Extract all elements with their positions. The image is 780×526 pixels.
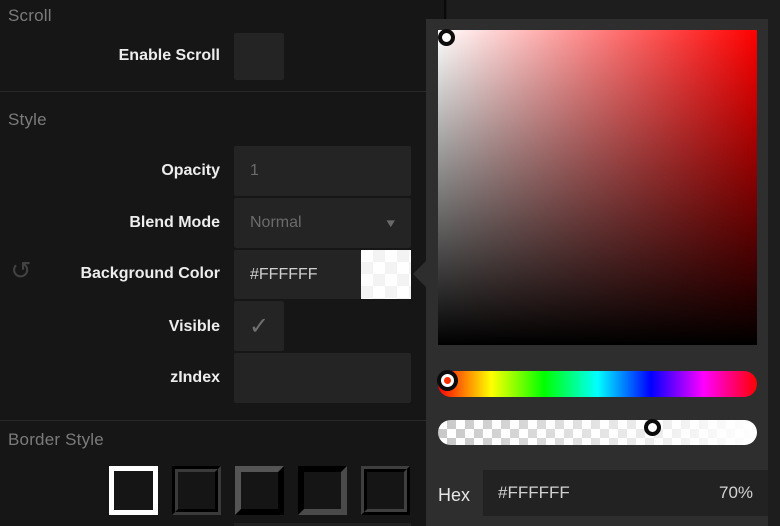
- blend-mode-select[interactable]: Normal ▼: [234, 198, 411, 248]
- hue-slider-handle[interactable]: [441, 374, 454, 387]
- hex-label: Hex: [438, 484, 470, 506]
- background-color-label: Background Color: [0, 263, 220, 285]
- check-icon: ✓: [249, 312, 269, 340]
- panel-divider-line: [444, 0, 446, 19]
- section-title-scroll: Scroll: [8, 6, 52, 26]
- enable-scroll-checkbox[interactable]: [234, 33, 284, 80]
- swatch-fill: [361, 250, 411, 299]
- section-title-border-style: Border Style: [8, 430, 104, 450]
- alpha-percent-value[interactable]: 70%: [719, 483, 775, 503]
- zindex-input[interactable]: [234, 353, 411, 403]
- alpha-slider-handle[interactable]: [644, 419, 661, 436]
- saturation-cursor[interactable]: [438, 29, 455, 46]
- properties-panel: Scroll Enable Scroll Style Opacity Blend…: [0, 0, 780, 526]
- border-style-option-solid[interactable]: [109, 466, 158, 515]
- caret-down-icon: ▼: [387, 218, 395, 228]
- visible-checkbox[interactable]: ✓: [234, 301, 284, 351]
- hue-slider[interactable]: [438, 371, 757, 397]
- background-color-swatch[interactable]: [361, 250, 411, 299]
- opacity-label: Opacity: [0, 160, 220, 182]
- border-style-option-ridge[interactable]: [361, 466, 410, 515]
- border-style-option-outset[interactable]: [235, 466, 284, 515]
- alpha-slider[interactable]: [438, 420, 757, 445]
- popup-arrow: [413, 261, 426, 287]
- section-divider: [0, 91, 426, 92]
- border-style-option-groove[interactable]: [172, 466, 221, 515]
- blend-mode-value: Normal: [250, 214, 302, 232]
- section-title-style: Style: [8, 110, 47, 130]
- zindex-label: zIndex: [0, 367, 220, 389]
- visible-label: Visible: [0, 316, 220, 338]
- enable-scroll-label: Enable Scroll: [0, 45, 220, 67]
- blend-mode-label: Blend Mode: [0, 212, 220, 234]
- background-color-hex-input[interactable]: [234, 250, 361, 299]
- hex-value-input[interactable]: [483, 483, 719, 503]
- border-style-option-inset[interactable]: [298, 466, 347, 515]
- section-divider: [0, 420, 426, 421]
- saturation-area[interactable]: [438, 30, 757, 345]
- hex-input-box: 70%: [483, 470, 768, 516]
- opacity-input[interactable]: [234, 146, 411, 196]
- color-picker-popup: Hex 70%: [426, 19, 768, 526]
